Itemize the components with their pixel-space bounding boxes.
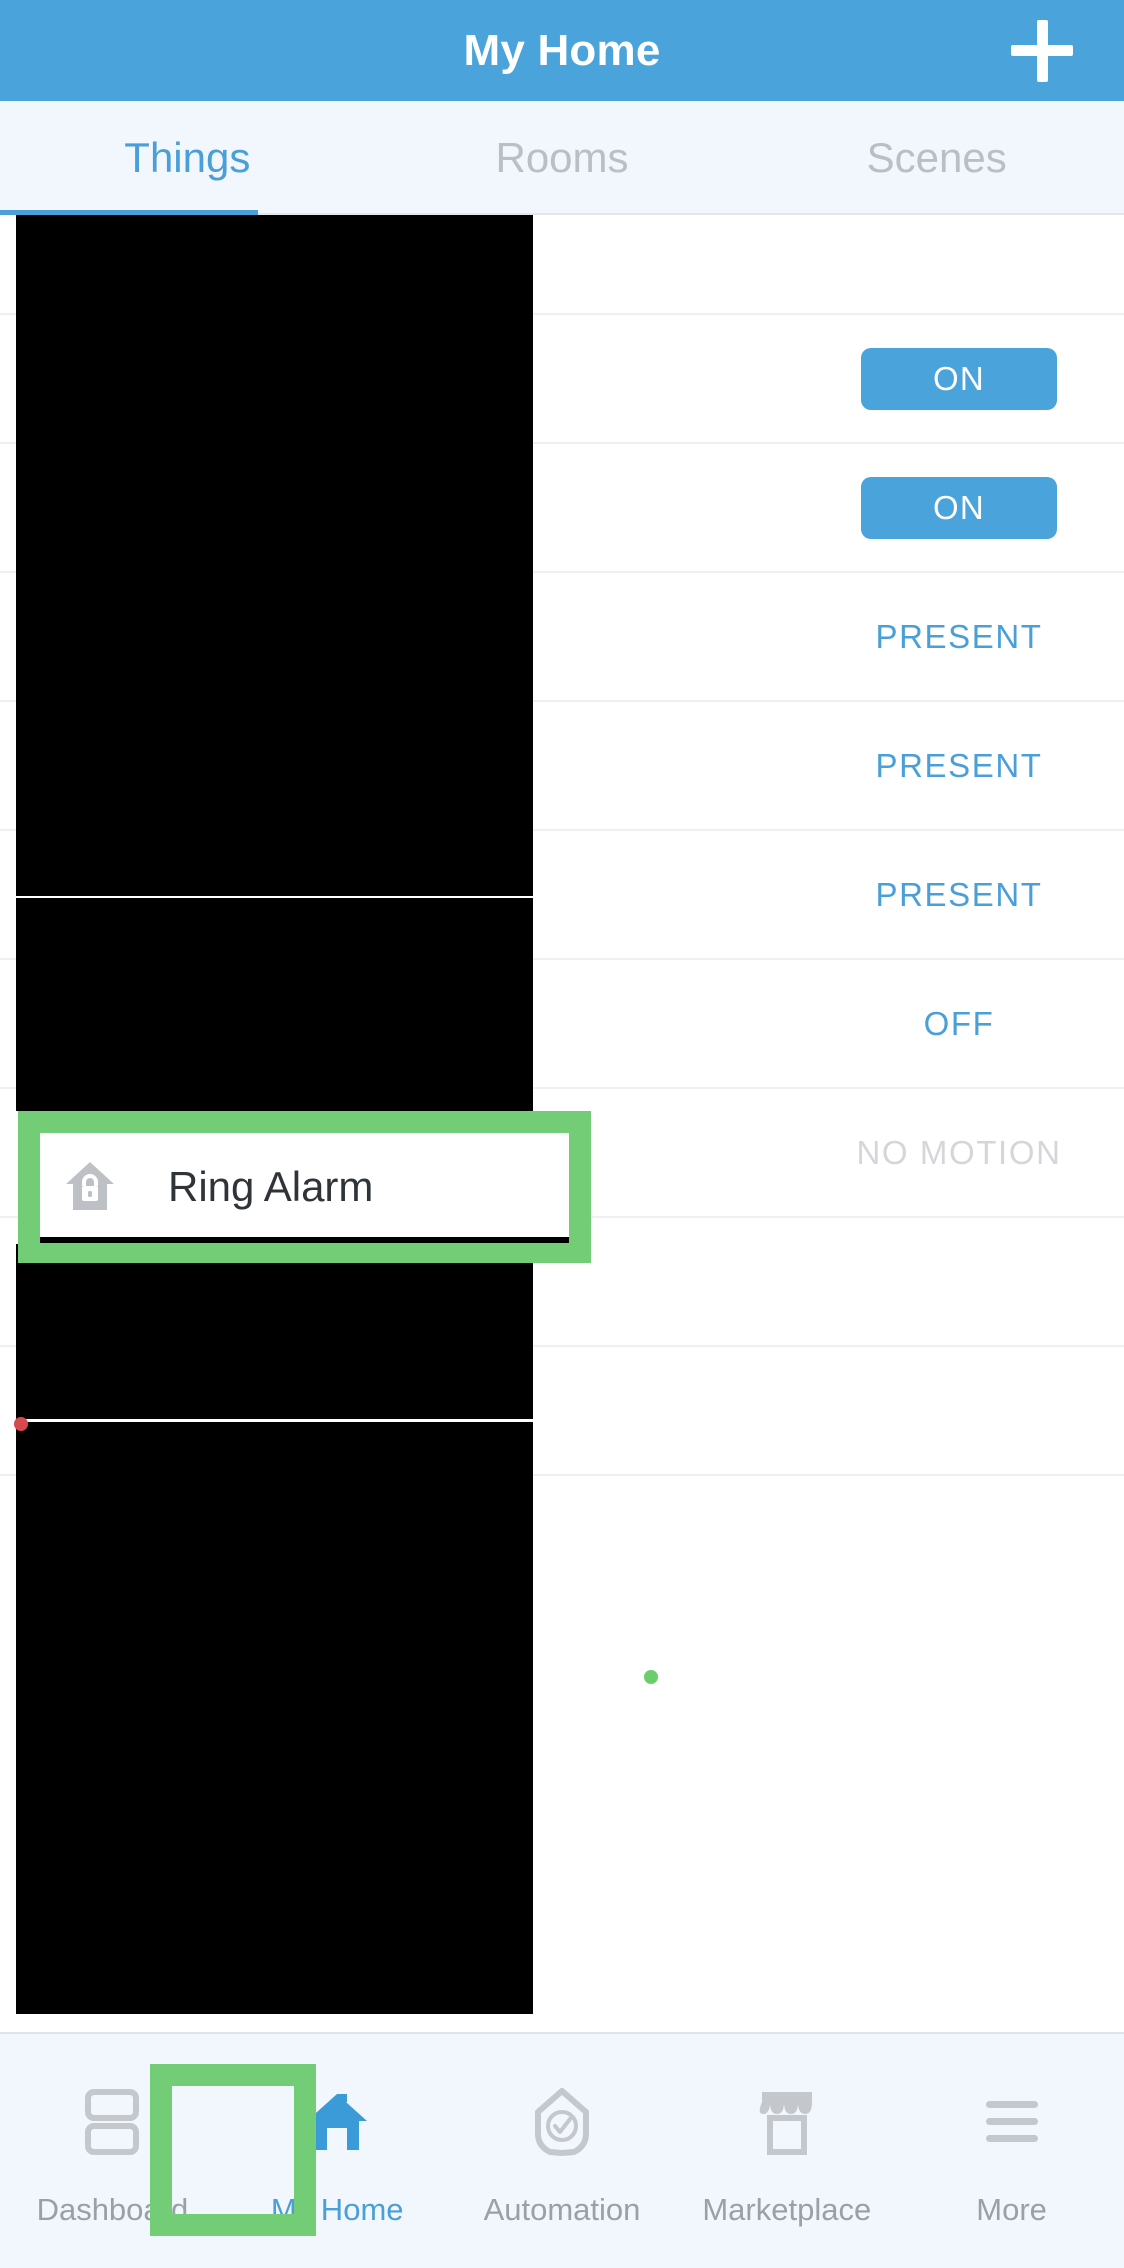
app-header: My Home xyxy=(0,0,1124,101)
nav-label-more: More xyxy=(976,2192,1047,2227)
nav-label-automation: Automation xyxy=(483,2192,641,2227)
row-status: NO MOTION xyxy=(804,1134,1124,1172)
ring-alarm-label: Ring Alarm xyxy=(168,1163,374,1210)
status-badge: NO MOTION xyxy=(856,1133,1062,1171)
tab-bar: Things Rooms Scenes xyxy=(0,101,1124,214)
redaction-overlay xyxy=(16,1422,533,2014)
page-title: My Home xyxy=(463,25,661,75)
status-badge[interactable]: ON xyxy=(861,347,1057,410)
bottom-navigation: Dashboard My Home Automation Marketplace… xyxy=(0,2032,1124,2268)
hamburger-icon xyxy=(984,2074,1040,2170)
nav-item-automation[interactable]: Automation xyxy=(450,2034,675,2268)
ring-alarm-row[interactable]: Ring Alarm xyxy=(40,1133,569,1241)
row-status: PRESENT xyxy=(804,876,1124,914)
redaction-overlay xyxy=(16,1244,533,1419)
nav-label-my-home: My Home xyxy=(270,2192,404,2227)
status-badge[interactable]: ON xyxy=(861,476,1057,539)
green-status-dot xyxy=(644,1670,658,1684)
row-status: OFF xyxy=(804,1005,1124,1043)
home-icon xyxy=(303,2074,371,2170)
redaction-overlay xyxy=(16,215,533,896)
shield-check-icon xyxy=(534,2074,590,2170)
row-status: PRESENT xyxy=(804,747,1124,785)
row-status: ON xyxy=(804,347,1124,410)
row-status: ON xyxy=(804,476,1124,539)
status-badge: PRESENT xyxy=(875,875,1043,913)
tab-scenes[interactable]: Scenes xyxy=(749,101,1124,214)
nav-label-dashboard: Dashboard xyxy=(36,2192,189,2227)
red-status-dot xyxy=(14,1417,28,1431)
things-list: ON ON PRESENT PRESENT PRESENT OFF NO MOT… xyxy=(0,215,1124,2032)
app-root: My Home Things Rooms Scenes ON ON PRESEN… xyxy=(0,0,1124,2268)
status-badge: OFF xyxy=(923,1004,995,1042)
nav-item-dashboard[interactable]: Dashboard xyxy=(0,2034,225,2268)
tab-rooms[interactable]: Rooms xyxy=(375,101,750,214)
dashboard-icon xyxy=(84,2074,140,2170)
redaction-overlay xyxy=(16,1030,533,1111)
status-badge: PRESENT xyxy=(875,746,1043,784)
store-icon xyxy=(758,2074,816,2170)
ring-alarm-underline xyxy=(40,1237,569,1243)
nav-item-my-home[interactable]: My Home xyxy=(225,2034,450,2268)
nav-item-marketplace[interactable]: Marketplace xyxy=(674,2034,899,2268)
plus-vertical-bar xyxy=(1036,19,1048,82)
add-icon[interactable] xyxy=(1006,15,1078,87)
nav-item-more[interactable]: More xyxy=(899,2034,1124,2268)
tab-things[interactable]: Things xyxy=(0,101,375,214)
tab-things-label: Things xyxy=(124,133,251,181)
tab-scenes-label: Scenes xyxy=(866,133,1007,181)
tab-rooms-label: Rooms xyxy=(495,133,629,181)
redaction-overlay xyxy=(16,898,533,1030)
nav-label-marketplace: Marketplace xyxy=(702,2192,872,2227)
row-status: PRESENT xyxy=(804,618,1124,656)
home-lock-icon xyxy=(40,1160,140,1214)
status-badge: PRESENT xyxy=(875,617,1043,655)
